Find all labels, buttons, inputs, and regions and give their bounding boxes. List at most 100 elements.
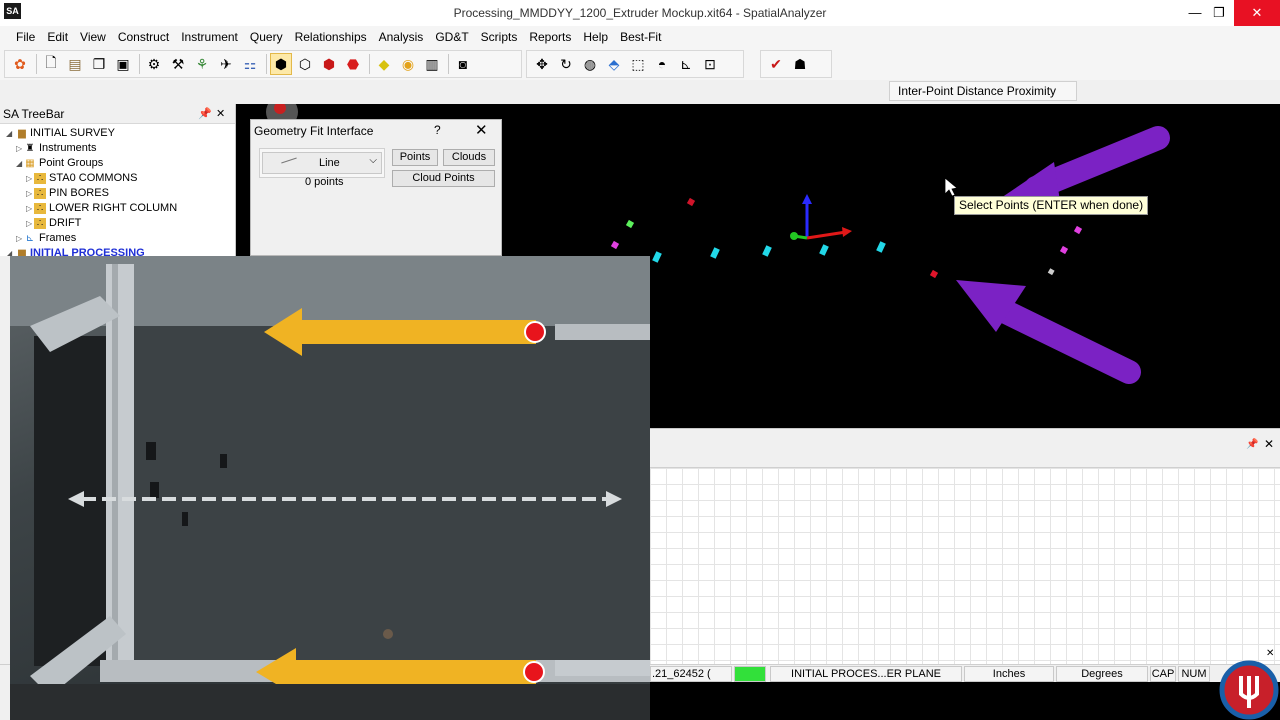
checkmark-icon[interactable]: ✔ [765,53,787,75]
copy-icon[interactable]: ❐ [88,53,110,75]
menu-gdt[interactable]: GD&T [429,26,474,48]
report-icon[interactable]: ▥ [421,53,443,75]
select-box-icon[interactable]: ⬚ [627,53,649,75]
status-coords: .21_62452 ( x64 ) [650,666,732,694]
point-marker[interactable] [929,269,939,279]
tree-item-drift[interactable]: ▷ ∴ DRIFT [0,216,235,231]
point-marker[interactable] [876,241,886,253]
collapse-icon[interactable]: ◢ [6,126,12,141]
menu-help[interactable]: Help [577,26,614,48]
shape-dropdown-value: Line [319,157,340,169]
clouds-button[interactable]: Clouds [443,149,495,166]
status-angle-units[interactable]: Degrees [1056,666,1148,682]
mouse-icon[interactable]: ◓ [651,53,673,75]
point-marker[interactable] [819,244,829,256]
expand-icon[interactable]: ▷ [16,231,22,246]
menu-scripts[interactable]: Scripts [475,26,524,48]
highlight-icon[interactable]: ◆ [373,53,395,75]
camera-icon[interactable]: ◙ [452,53,474,75]
add-instrument-icon[interactable]: ⚘ [191,53,213,75]
view-icon[interactable]: ◍ [579,53,601,75]
tree-item-sta0-commons[interactable]: ▷ ∴ STA0 COMMONS [0,171,235,186]
menu-best-fit[interactable]: Best-Fit [614,26,667,48]
rotate-icon[interactable]: ↻ [555,53,577,75]
annotation-arrows [956,126,1170,384]
tree-item-initial-survey[interactable]: ◢ ▆ INITIAL SURVEY [0,126,235,141]
close-icon[interactable]: ✕ [1266,648,1274,659]
point-marker[interactable] [1059,245,1069,255]
dock-grid-area[interactable] [650,467,1280,665]
camera-photo-overlay [10,256,650,720]
move-icon[interactable]: ✥ [531,53,553,75]
pause-icon[interactable]: ✿ [9,53,31,75]
close-icon[interactable]: ✕ [1264,437,1274,451]
instrument-run-icon[interactable]: ✈ [215,53,237,75]
collapse-icon[interactable]: ◢ [16,156,22,171]
expand-icon[interactable]: ▷ [26,201,32,216]
point-marker[interactable] [652,251,662,263]
menu-construct[interactable]: Construct [112,26,175,48]
pin-icon[interactable]: 📌 [198,107,212,120]
point-marker[interactable] [686,197,696,207]
collapse-icon[interactable]: ◢ [6,246,12,256]
point-marker[interactable] [762,245,772,257]
open-file-icon[interactable]: ▤ [64,53,86,75]
cloud-points-button[interactable]: Cloud Points [392,170,495,187]
close-button[interactable]: ✕ [1234,0,1280,26]
palette-icon[interactable]: ◉ [397,53,419,75]
tree-list: ◢ ▆ INITIAL SURVEY ▷ ♜ Instruments ◢ ▦ P… [0,124,235,256]
tree-item-frames[interactable]: ▷ ⊾ Frames [0,231,235,246]
points-button[interactable]: Points [392,149,438,166]
help-button[interactable]: ? [434,123,441,137]
menu-bar: File Edit View Construct Instrument Quer… [0,26,1280,48]
red-marker-bottom [523,661,545,683]
wrench-icon[interactable]: ⚒ [167,53,189,75]
menu-edit[interactable]: Edit [41,26,74,48]
select-points-tooltip: Select Points (ENTER when done) [954,196,1149,215]
tree-item-instruments[interactable]: ▷ ♜ Instruments [0,141,235,156]
point-marker[interactable] [625,219,635,229]
pin-icon[interactable]: 📌 [1246,439,1258,450]
mouse-cursor-icon [944,177,958,197]
save-icon[interactable]: ▣ [112,53,134,75]
tree-item-point-groups[interactable]: ◢ ▦ Point Groups [0,156,235,171]
dialog-close-button[interactable]: ✕ [475,121,488,139]
tree-item-initial-processing[interactable]: ◢ ▆ INITIAL PROCESSING [0,246,235,256]
orient-icon[interactable]: ⬘ [603,53,625,75]
expand-icon[interactable]: ▷ [26,216,32,231]
point-marker[interactable] [710,247,720,259]
red-cube-icon[interactable]: ⬢ [318,53,340,75]
sa-treebar: SA TreeBar 📌 ✕ ◢ ▆ INITIAL SURVEY ▷ ♜ In… [0,104,236,256]
close-icon[interactable]: ✕ [216,107,225,120]
settings-gear-icon[interactable]: ⚙ [143,53,165,75]
point-group-icon: ∴ [34,218,46,229]
point-marker[interactable] [1073,225,1083,235]
tree-item-pin-bores[interactable]: ▷ ∴ PIN BORES [0,186,235,201]
status-length-units[interactable]: Inches [964,666,1054,682]
fit-window-icon[interactable]: ⊡ [699,53,721,75]
menu-file[interactable]: File [10,26,41,48]
new-file-icon[interactable]: 🗋 [40,53,62,75]
red-hexagon-icon[interactable]: ⬣ [342,53,364,75]
network-icon[interactable]: ⚏ [239,53,261,75]
expand-icon[interactable]: ▷ [16,141,22,156]
user-icon[interactable]: ☗ [789,53,811,75]
yellow-arrow-top [296,320,536,344]
inter-point-distance-toolbar[interactable]: Inter-Point Distance Proximity [889,81,1078,101]
shape-dropdown[interactable]: Line ⌵ [262,152,382,174]
menu-view[interactable]: View [74,26,112,48]
point-marker[interactable] [1047,268,1055,276]
menu-reports[interactable]: Reports [523,26,577,48]
menu-analysis[interactable]: Analysis [373,26,430,48]
status-working-frame[interactable]: INITIAL PROCES...ER PLANE FRAME [770,666,962,694]
expand-icon[interactable]: ▷ [26,186,32,201]
menu-instrument[interactable]: Instrument [175,26,244,48]
expand-icon[interactable]: ▷ [26,171,32,186]
geometry-fit-icon[interactable]: ⬢ [270,53,292,75]
cube-outline-icon[interactable]: ⬡ [294,53,316,75]
tree-item-lower-right-column[interactable]: ▷ ∴ LOWER RIGHT COLUMN [0,201,235,216]
align-icon[interactable]: ⊾ [675,53,697,75]
menu-query[interactable]: Query [244,26,289,48]
menu-relationships[interactable]: Relationships [289,26,373,48]
point-marker[interactable] [610,240,620,250]
